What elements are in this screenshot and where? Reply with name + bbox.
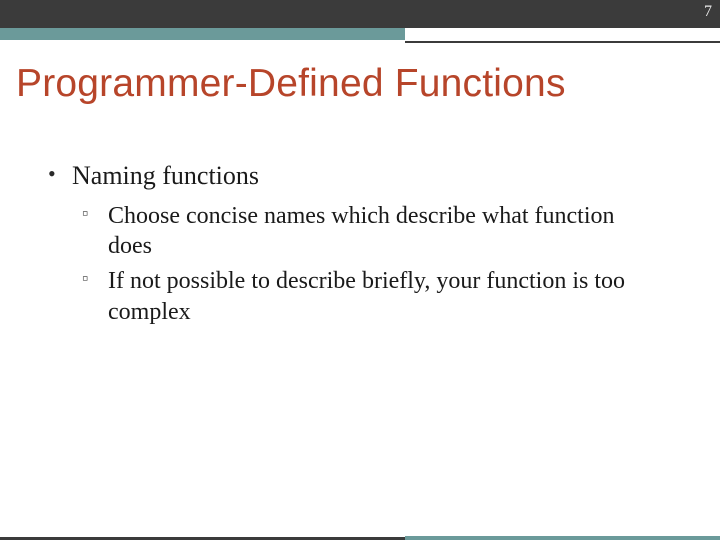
bullet-level1: Naming functions — [44, 160, 680, 193]
top-band: 7 — [0, 0, 720, 28]
teal-strip — [0, 28, 405, 40]
bullet-level2: Choose concise names which describe what… — [80, 201, 640, 262]
thin-line — [405, 41, 720, 43]
content-area: Naming functions Choose concise names wh… — [44, 160, 680, 331]
page-title: Programmer-Defined Functions — [16, 62, 566, 106]
slide-number: 7 — [704, 3, 712, 21]
bottom-accent — [0, 534, 720, 540]
bullet-level2: If not possible to describe briefly, you… — [80, 266, 640, 327]
bottom-teal-strip — [405, 536, 720, 540]
